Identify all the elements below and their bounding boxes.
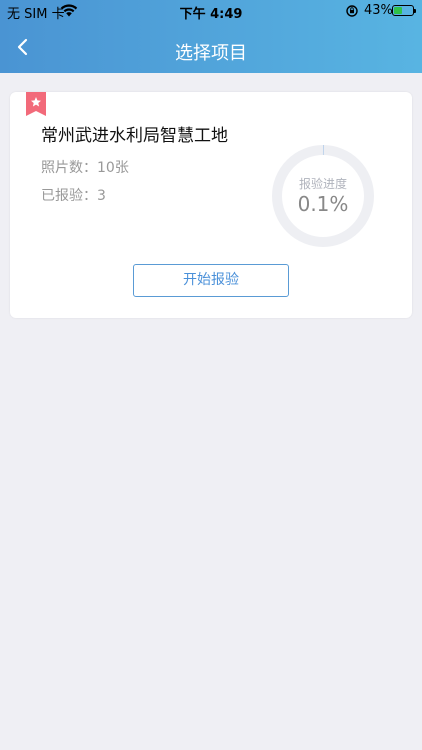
checked-count: 已报验：3 — [41, 188, 106, 204]
project-card[interactable]: 常州武进水利局智慧工地 照片数：10张 已报验：3 报验进度 0.1% 开始报验 — [10, 92, 412, 318]
page-title: 选择项目 — [175, 43, 247, 64]
photo-count: 照片数：10张 — [41, 160, 129, 176]
battery-icon — [392, 5, 416, 16]
progress-value: 0.1% — [297, 192, 349, 216]
nav-bar: 选择项目 — [0, 22, 422, 73]
battery-level — [394, 7, 402, 14]
progress-label: 报验进度 — [298, 177, 347, 191]
rotation-lock-icon — [346, 5, 358, 17]
start-inspection-button[interactable]: 开始报验 — [133, 264, 289, 297]
status-bar: 无 SIM 卡 下午 4:49 43% — [0, 0, 422, 22]
battery-percent: 43% — [364, 3, 393, 18]
project-name: 常州武进水利局智慧工地 — [41, 126, 228, 146]
status-time: 下午 4:49 — [179, 7, 243, 22]
header: 无 SIM 卡 下午 4:49 43% 选择项目 — [0, 0, 422, 73]
star-ribbon-icon — [26, 92, 46, 116]
